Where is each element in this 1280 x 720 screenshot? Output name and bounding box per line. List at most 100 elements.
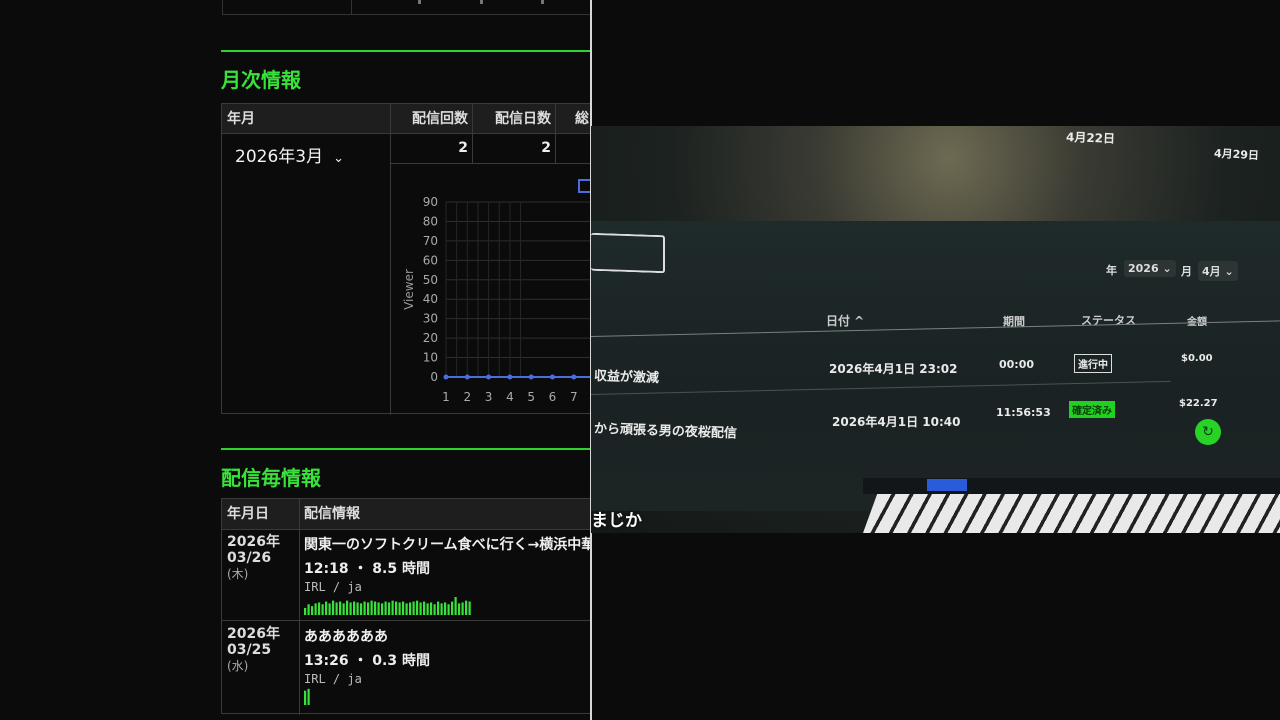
sparkline-bar: [318, 602, 321, 615]
sparkline-bar: [430, 602, 433, 615]
stream-days-value: 2: [541, 140, 551, 156]
sparkline-bar: [356, 602, 359, 615]
stream-category: IRL / ja: [304, 672, 362, 686]
sparkline-bar: [360, 603, 363, 615]
viewer-chart: 90 80 70 60 50 40 30 20 10 01 2 3 4 5 6 7 Viewer: [402, 179, 591, 404]
sparkline-bar: [321, 604, 324, 615]
x-tick-label: 7: [570, 390, 578, 404]
streams-section-title: 配信毎情報: [221, 466, 321, 490]
monthly-table: 年月 配信回数 配信日数 総 2026年3月 ⌄ 2 2 90 80 70 60 50 40…: [221, 103, 591, 415]
sparkline-bar: [419, 602, 422, 615]
photo-month-select: 4月 ⌄: [1198, 261, 1238, 281]
header-date: 年月日: [227, 506, 269, 522]
y-axis-label: Viewer: [402, 269, 416, 310]
sparkline-bar: [409, 602, 412, 615]
y-tick-label: 40: [423, 292, 438, 306]
data-point: [486, 374, 492, 380]
sparkline-bar: [314, 603, 317, 615]
sparkline-bar: [367, 602, 370, 615]
y-tick-label: 80: [423, 214, 438, 228]
row-year: 2026年: [227, 534, 280, 550]
table-row[interactable]: 2026年 03/25 (水) ああああああ 13:26 ・ 0.3 時間 IR…: [222, 621, 591, 713]
table-row[interactable]: 2026年 03/26 (木) 関東一のソフトクリーム食べに行く→横浜中華 12…: [222, 529, 591, 620]
row-day: 03/26: [227, 550, 272, 566]
data-point: [571, 374, 577, 380]
viewer-sparkline: [304, 688, 310, 705]
header-total: 総: [555, 104, 591, 134]
sparkline-bar: [433, 604, 436, 615]
sparkline-bar: [454, 597, 457, 615]
x-tick-label: 3: [485, 390, 493, 404]
photo-taskbar: [863, 478, 1280, 494]
sparkline-bar: [307, 688, 310, 705]
sparkline-bar: [374, 601, 377, 615]
y-tick-label: 10: [423, 351, 438, 365]
monthly-section-title: 月次情報: [221, 68, 301, 92]
data-point: [550, 374, 555, 380]
sparkline-bar: [458, 603, 461, 615]
sparkline-bar: [328, 603, 331, 615]
photo-year-value: 2026: [1128, 262, 1159, 275]
y-tick-label: 50: [423, 273, 438, 287]
stream-count-value: 2: [458, 140, 468, 156]
y-tick-label: 0: [430, 370, 438, 384]
camera-photo: 4月22日 4月29日 年 2026 ⌄ 月 4月 ⌄ 日付 ^ 期間 ステータ…: [591, 126, 1280, 533]
sparkline-bar: [395, 601, 398, 615]
stream-duration: 12:18 ・ 8.5 時間: [304, 561, 430, 577]
sparkline-bar: [363, 601, 366, 615]
stream-title[interactable]: ああああああ: [304, 626, 430, 646]
sparkline-bar: [370, 600, 373, 615]
sparkline-bar: [426, 603, 429, 615]
stream-duration: 13:26 ・ 0.3 時間: [304, 653, 430, 669]
sparkline-bar: [349, 602, 352, 615]
stream-info: ああああああ 13:26 ・ 0.3 時間 IRL / ja: [304, 626, 430, 686]
sparkline-bar: [335, 602, 338, 615]
streams-table-header: 年月日 配信情報: [222, 499, 591, 530]
photo-date-b: 4月29日: [1213, 146, 1260, 163]
photo-col-date: 日付 ^: [826, 314, 865, 328]
row-day: 03/25: [227, 642, 272, 658]
section-divider: [221, 50, 591, 52]
sparkline-bar: [451, 601, 454, 615]
photo-row1-amount: $0.00: [1181, 353, 1213, 364]
refresh-icon: ↻: [1195, 419, 1221, 445]
sparkline-bar: [440, 603, 443, 615]
previous-table-stub: [222, 0, 591, 15]
sparkline-bar: [311, 606, 314, 615]
sparkline-bar: [381, 603, 384, 615]
sparkline-bar: [423, 601, 426, 615]
stats-page: 月次情報 年月 配信回数 配信日数 総 2026年3月 ⌄ 2 2 90 80 70 6…: [0, 0, 591, 720]
y-tick-label: 60: [423, 253, 438, 267]
sparkline-bar: [325, 601, 328, 615]
data-point: [507, 374, 513, 380]
x-tick-label: 2: [463, 390, 471, 404]
y-tick-label: 30: [423, 312, 438, 326]
sparkline-bar: [444, 602, 447, 615]
month-select[interactable]: 2026年3月 ⌄: [235, 142, 344, 167]
header-year-month: 年月: [222, 104, 390, 134]
sparkline-bar: [388, 602, 391, 615]
sparkline-bar: [461, 602, 464, 615]
row-date: 2026年 03/26 (木): [227, 534, 280, 582]
data-point: [443, 374, 449, 380]
chevron-down-icon: ⌄: [333, 151, 344, 166]
photo-row1-date: 2026年4月1日 23:02: [829, 362, 958, 376]
section-divider: [221, 448, 591, 450]
streams-table: 年月日 配信情報 2026年 03/26 (木) 関東一のソフトクリーム食べに行…: [221, 498, 591, 715]
sparkline-bar: [391, 600, 394, 615]
sparkline-bar: [384, 601, 387, 615]
sparkline-bar: [437, 601, 440, 615]
viewer-sparkline: [304, 597, 471, 615]
photo-month-label: 月: [1181, 265, 1192, 278]
sparkline-bar: [447, 604, 450, 615]
sparkline-bar: [468, 601, 471, 615]
stream-category: IRL / ja: [304, 580, 362, 594]
y-tick-label: 20: [423, 331, 438, 345]
stream-title[interactable]: 関東一のソフトクリーム食べに行く→横浜中華: [304, 534, 591, 554]
photo-row2-amount: $22.27: [1179, 398, 1218, 409]
photo-row2-status: 確定済み: [1069, 401, 1115, 418]
row-date: 2026年 03/25 (水): [227, 626, 280, 674]
sparkline-bar: [402, 601, 405, 615]
header-stream-days: 配信日数: [472, 104, 555, 134]
sparkline-bar: [465, 600, 468, 615]
